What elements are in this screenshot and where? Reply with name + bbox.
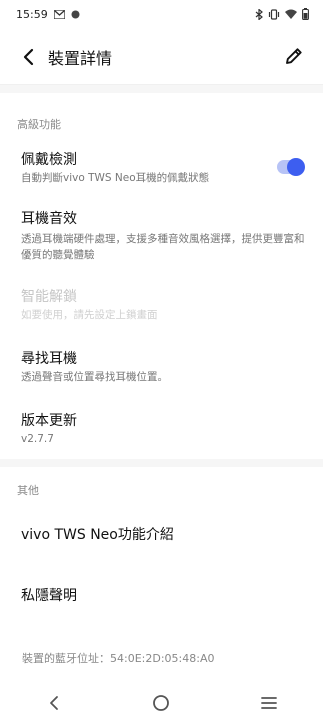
header: 裝置詳情: [0, 36, 323, 76]
back-arrow-icon[interactable]: [18, 46, 40, 68]
item-subtitle: 如要使用，請先設定上鎖畫面: [21, 309, 158, 321]
item-title: 佩戴檢測: [21, 152, 77, 168]
toggle-knob: [287, 158, 305, 176]
home-circle-icon[interactable]: [141, 687, 181, 719]
list-item-feature-intro[interactable]: vivo TWS Neo功能介紹: [0, 510, 323, 560]
list-item-firmware-update[interactable]: 版本更新 v2.7.7: [0, 402, 323, 452]
battery-icon: [302, 8, 309, 20]
back-triangle-icon[interactable]: [34, 687, 74, 719]
pencil-icon[interactable]: [283, 45, 305, 67]
menu-lines-icon[interactable]: [249, 687, 289, 719]
section-label-other: 其他: [17, 484, 39, 497]
page-title: 裝置詳情: [48, 49, 113, 68]
wear-detection-toggle[interactable]: [277, 158, 305, 176]
list-item-privacy-statement[interactable]: 私隱聲明: [0, 572, 323, 622]
item-title: 智能解鎖: [21, 289, 77, 305]
bluetooth-address: 裝置的藍牙位址：54:0E:2D:05:48:A0: [22, 652, 215, 665]
item-title: vivo TWS Neo功能介紹: [21, 527, 174, 543]
record-icon: [71, 10, 80, 19]
wifi-icon: [285, 9, 297, 19]
section-spacer: [0, 85, 323, 93]
item-subtitle: 自動判斷vivo TWS Neo耳機的佩戴狀態: [21, 172, 210, 184]
message-icon: [53, 9, 65, 19]
list-item-smart-unlock: 智能解鎖 如要使用，請先設定上鎖畫面: [0, 278, 323, 328]
item-subtitle: 透過耳機端硬件處理，支援多種音效風格選擇，提供更豐富和優質的聽覺體驗: [21, 233, 305, 261]
vibrate-icon: [268, 8, 280, 20]
item-title: 私隱聲明: [21, 588, 77, 604]
item-title: 尋找耳機: [21, 351, 77, 367]
item-title: 版本更新: [21, 413, 77, 429]
list-item-find-earbuds[interactable]: 尋找耳機 透過聲音或位置尋找耳機位置。: [0, 340, 323, 390]
section-spacer: [0, 459, 323, 467]
item-title: 耳機音效: [21, 211, 77, 227]
bluetooth-icon: [255, 8, 263, 20]
list-item-sound-effect[interactable]: 耳機音效 透過耳機端硬件處理，支援多種音效風格選擇，提供更豐富和優質的聽覺體驗: [0, 200, 323, 270]
item-subtitle: 透過聲音或位置尋找耳機位置。: [21, 371, 168, 383]
list-item-wear-detection[interactable]: 佩戴檢測 自動判斷vivo TWS Neo耳機的佩戴狀態: [0, 140, 323, 190]
section-label-advanced: 高級功能: [17, 118, 61, 131]
item-version: v2.7.7: [21, 433, 54, 445]
status-time: 15:59: [16, 7, 48, 21]
system-nav-bar: [0, 685, 323, 720]
status-bar: 15:59: [0, 0, 323, 28]
